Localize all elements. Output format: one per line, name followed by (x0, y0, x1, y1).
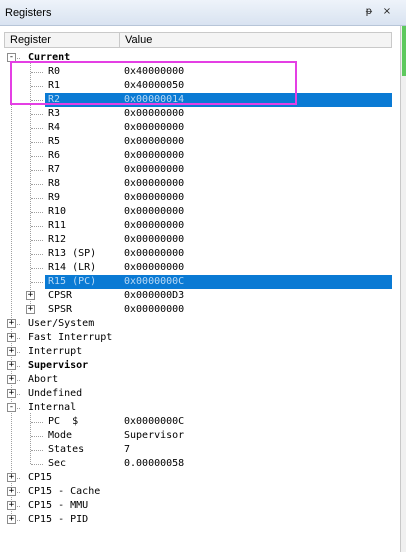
register-name: R13 (SP) (48, 248, 97, 259)
register-name: R8 (48, 178, 61, 189)
register-value[interactable]: 0x000000D3 (124, 289, 184, 303)
register-row[interactable]: + Abort (0, 373, 392, 387)
expand-icon[interactable]: + (7, 347, 16, 356)
register-value[interactable]: 0x0000000C (124, 415, 184, 429)
register-row[interactable]: R14 (LR) 0x00000000 (0, 261, 392, 275)
register-name: Supervisor (28, 360, 89, 371)
register-row[interactable]: R13 (SP) 0x00000000 (0, 247, 392, 261)
register-name: R7 (48, 164, 61, 175)
register-value[interactable]: 0x00000000 (124, 121, 184, 135)
register-row[interactable]: R9 0x00000000 (0, 191, 392, 205)
register-value[interactable]: 0x00000000 (124, 233, 184, 247)
register-row[interactable]: + Undefined (0, 387, 392, 401)
register-name: R14 (LR) (48, 262, 97, 273)
expand-icon[interactable]: + (26, 291, 35, 300)
register-row[interactable]: Mode Supervisor (0, 429, 392, 443)
collapse-icon[interactable]: - (7, 403, 16, 412)
register-row[interactable]: + Supervisor (0, 359, 392, 373)
register-row[interactable]: - Internal (0, 401, 392, 415)
register-value[interactable]: 0x00000000 (124, 261, 184, 275)
register-row[interactable]: Sec 0.00000058 (0, 457, 392, 471)
register-value[interactable]: 0x00000000 (124, 303, 184, 317)
register-row[interactable]: R15 (PC) 0x0000000C (0, 275, 392, 289)
expand-icon[interactable]: + (7, 319, 16, 328)
register-value[interactable]: 0x00000000 (124, 247, 184, 261)
expand-icon[interactable]: + (7, 333, 16, 342)
register-name: R5 (48, 136, 61, 147)
annotation-box (10, 61, 297, 105)
register-name: States (48, 444, 85, 455)
register-row[interactable]: + CPSR 0x000000D3 (0, 289, 392, 303)
register-name: R4 (48, 122, 61, 133)
register-value[interactable]: 0x0000000C (124, 275, 184, 289)
register-name: SPSR (48, 304, 73, 315)
register-name: Interrupt (28, 346, 83, 357)
register-row[interactable]: + Fast Interrupt (0, 331, 392, 345)
side-strip (400, 26, 406, 552)
register-value[interactable]: 0x00000000 (124, 205, 184, 219)
register-row[interactable]: R6 0x00000000 (0, 149, 392, 163)
register-value[interactable]: 0x00000000 (124, 191, 184, 205)
register-row[interactable]: R12 0x00000000 (0, 233, 392, 247)
register-row[interactable]: + CP15 - Cache (0, 485, 392, 499)
register-name: R9 (48, 192, 61, 203)
register-row[interactable]: R11 0x00000000 (0, 219, 392, 233)
register-row[interactable]: States 7 (0, 443, 392, 457)
expand-icon[interactable]: + (7, 375, 16, 384)
register-value[interactable]: 0x00000000 (124, 107, 184, 121)
register-name: Internal (28, 402, 77, 413)
register-name: Fast Interrupt (28, 332, 113, 343)
register-name: Sec (48, 458, 67, 469)
register-row[interactable]: + SPSR 0x00000000 (0, 303, 392, 317)
register-name: CP15 - PID (28, 514, 89, 525)
register-name: CP15 - MMU (28, 500, 89, 511)
register-name: CPSR (48, 290, 73, 301)
register-name: User/System (28, 318, 95, 329)
register-name: R6 (48, 150, 61, 161)
register-value[interactable]: 0x00000000 (124, 177, 184, 191)
expand-icon[interactable]: + (7, 361, 16, 370)
register-value[interactable]: Supervisor (124, 429, 184, 443)
expand-icon[interactable]: + (26, 305, 35, 314)
register-value[interactable]: 0x00000000 (124, 219, 184, 233)
register-value[interactable]: 0x00000000 (124, 163, 184, 177)
expand-icon[interactable]: + (7, 515, 16, 524)
register-row[interactable]: PC $ 0x0000000C (0, 415, 392, 429)
register-name: R15 (PC) (48, 276, 97, 287)
register-value[interactable]: 0x00000000 (124, 149, 184, 163)
register-name: Abort (28, 374, 59, 385)
expand-icon[interactable]: + (7, 389, 16, 398)
register-row[interactable]: R10 0x00000000 (0, 205, 392, 219)
register-row[interactable]: R5 0x00000000 (0, 135, 392, 149)
register-row[interactable]: R7 0x00000000 (0, 163, 392, 177)
register-name: CP15 (28, 472, 53, 483)
register-row[interactable]: + CP15 - MMU (0, 499, 392, 513)
register-row[interactable]: R8 0x00000000 (0, 177, 392, 191)
expand-icon[interactable]: + (7, 473, 16, 482)
register-name: R10 (48, 206, 67, 217)
register-row[interactable]: R3 0x00000000 (0, 107, 392, 121)
selection-highlight (45, 275, 392, 289)
register-value[interactable]: 7 (124, 443, 130, 457)
expand-icon[interactable]: + (7, 487, 16, 496)
register-name: Undefined (28, 388, 83, 399)
register-value[interactable]: 0.00000058 (124, 457, 184, 471)
register-name: CP15 - Cache (28, 486, 101, 497)
register-name: PC $ (48, 416, 79, 427)
register-row[interactable]: + Interrupt (0, 345, 392, 359)
register-name: R12 (48, 234, 67, 245)
register-row[interactable]: R4 0x00000000 (0, 121, 392, 135)
register-value[interactable]: 0x00000000 (124, 135, 184, 149)
register-name: R3 (48, 108, 61, 119)
register-row[interactable]: + CP15 - PID (0, 513, 392, 527)
register-row[interactable]: + User/System (0, 317, 392, 331)
register-row[interactable]: + CP15 (0, 471, 392, 485)
register-name: Mode (48, 430, 73, 441)
register-name: R11 (48, 220, 67, 231)
expand-icon[interactable]: + (7, 501, 16, 510)
side-accent (402, 26, 406, 76)
